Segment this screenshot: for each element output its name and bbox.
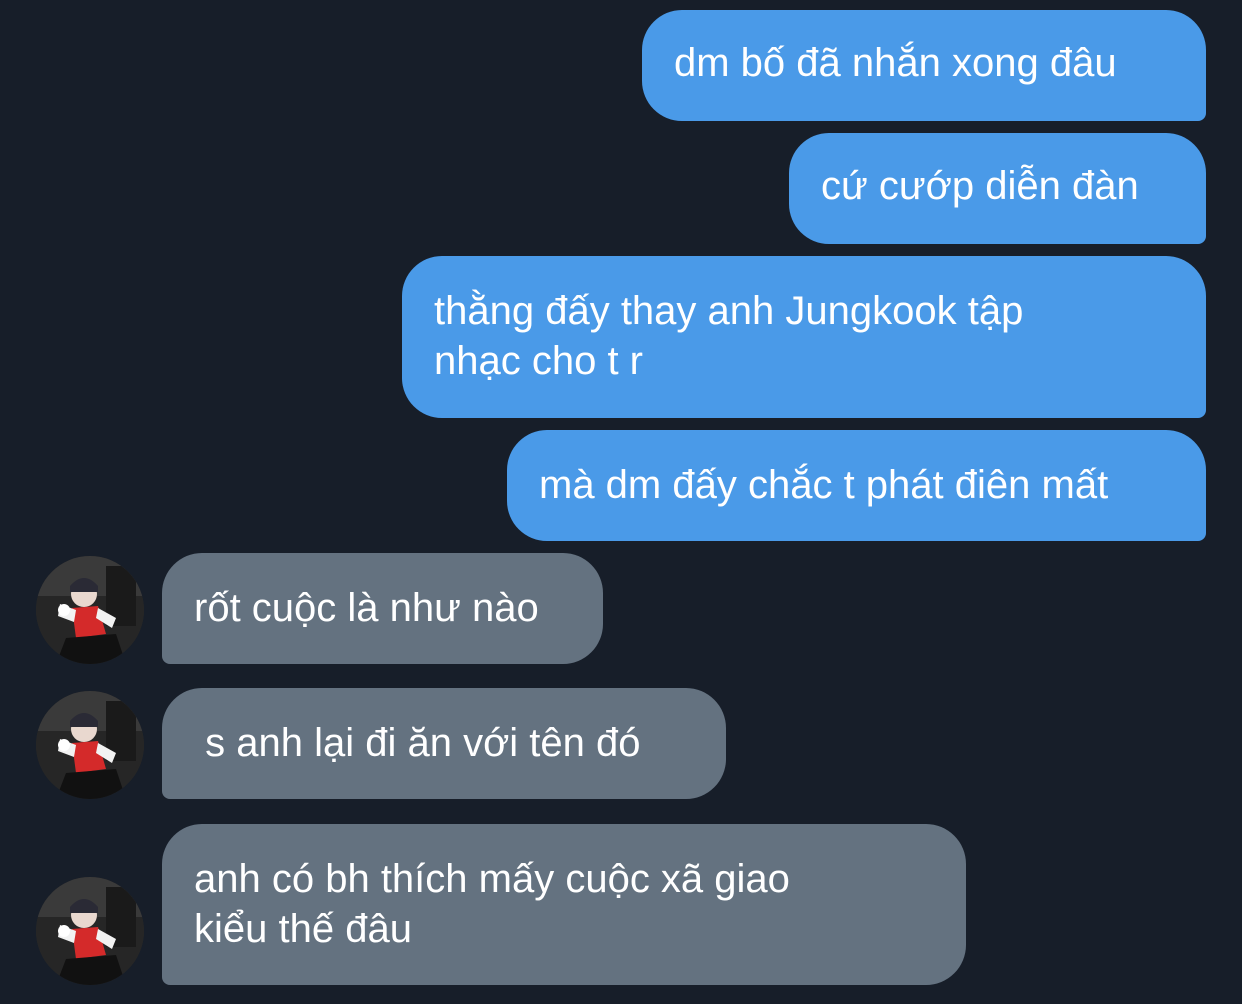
received-message-bubble[interactable]: anh có bh thích mấy cuộc xã giao kiểu th… [162,824,966,985]
sent-message-bubble[interactable]: dm bố đã nhắn xong đâu [642,10,1206,121]
profile-photo-icon [36,556,144,664]
sent-message-bubble[interactable]: cứ cướp diễn đàn [789,133,1206,244]
received-message-bubble[interactable]: rốt cuộc là như nào [162,553,603,664]
contact-avatar[interactable] [36,556,144,664]
contact-avatar[interactable] [36,877,144,985]
received-message-bubble[interactable]: s anh lại đi ăn với tên đó [162,688,726,799]
contact-avatar[interactable] [36,691,144,799]
sent-message-bubble[interactable]: mà dm đấy chắc t phát điên mất [507,430,1206,541]
sent-message-bubble[interactable]: thằng đấy thay anh Jungkook tập nhạc cho… [402,256,1206,418]
profile-photo-icon [36,877,144,985]
profile-photo-icon [36,691,144,799]
